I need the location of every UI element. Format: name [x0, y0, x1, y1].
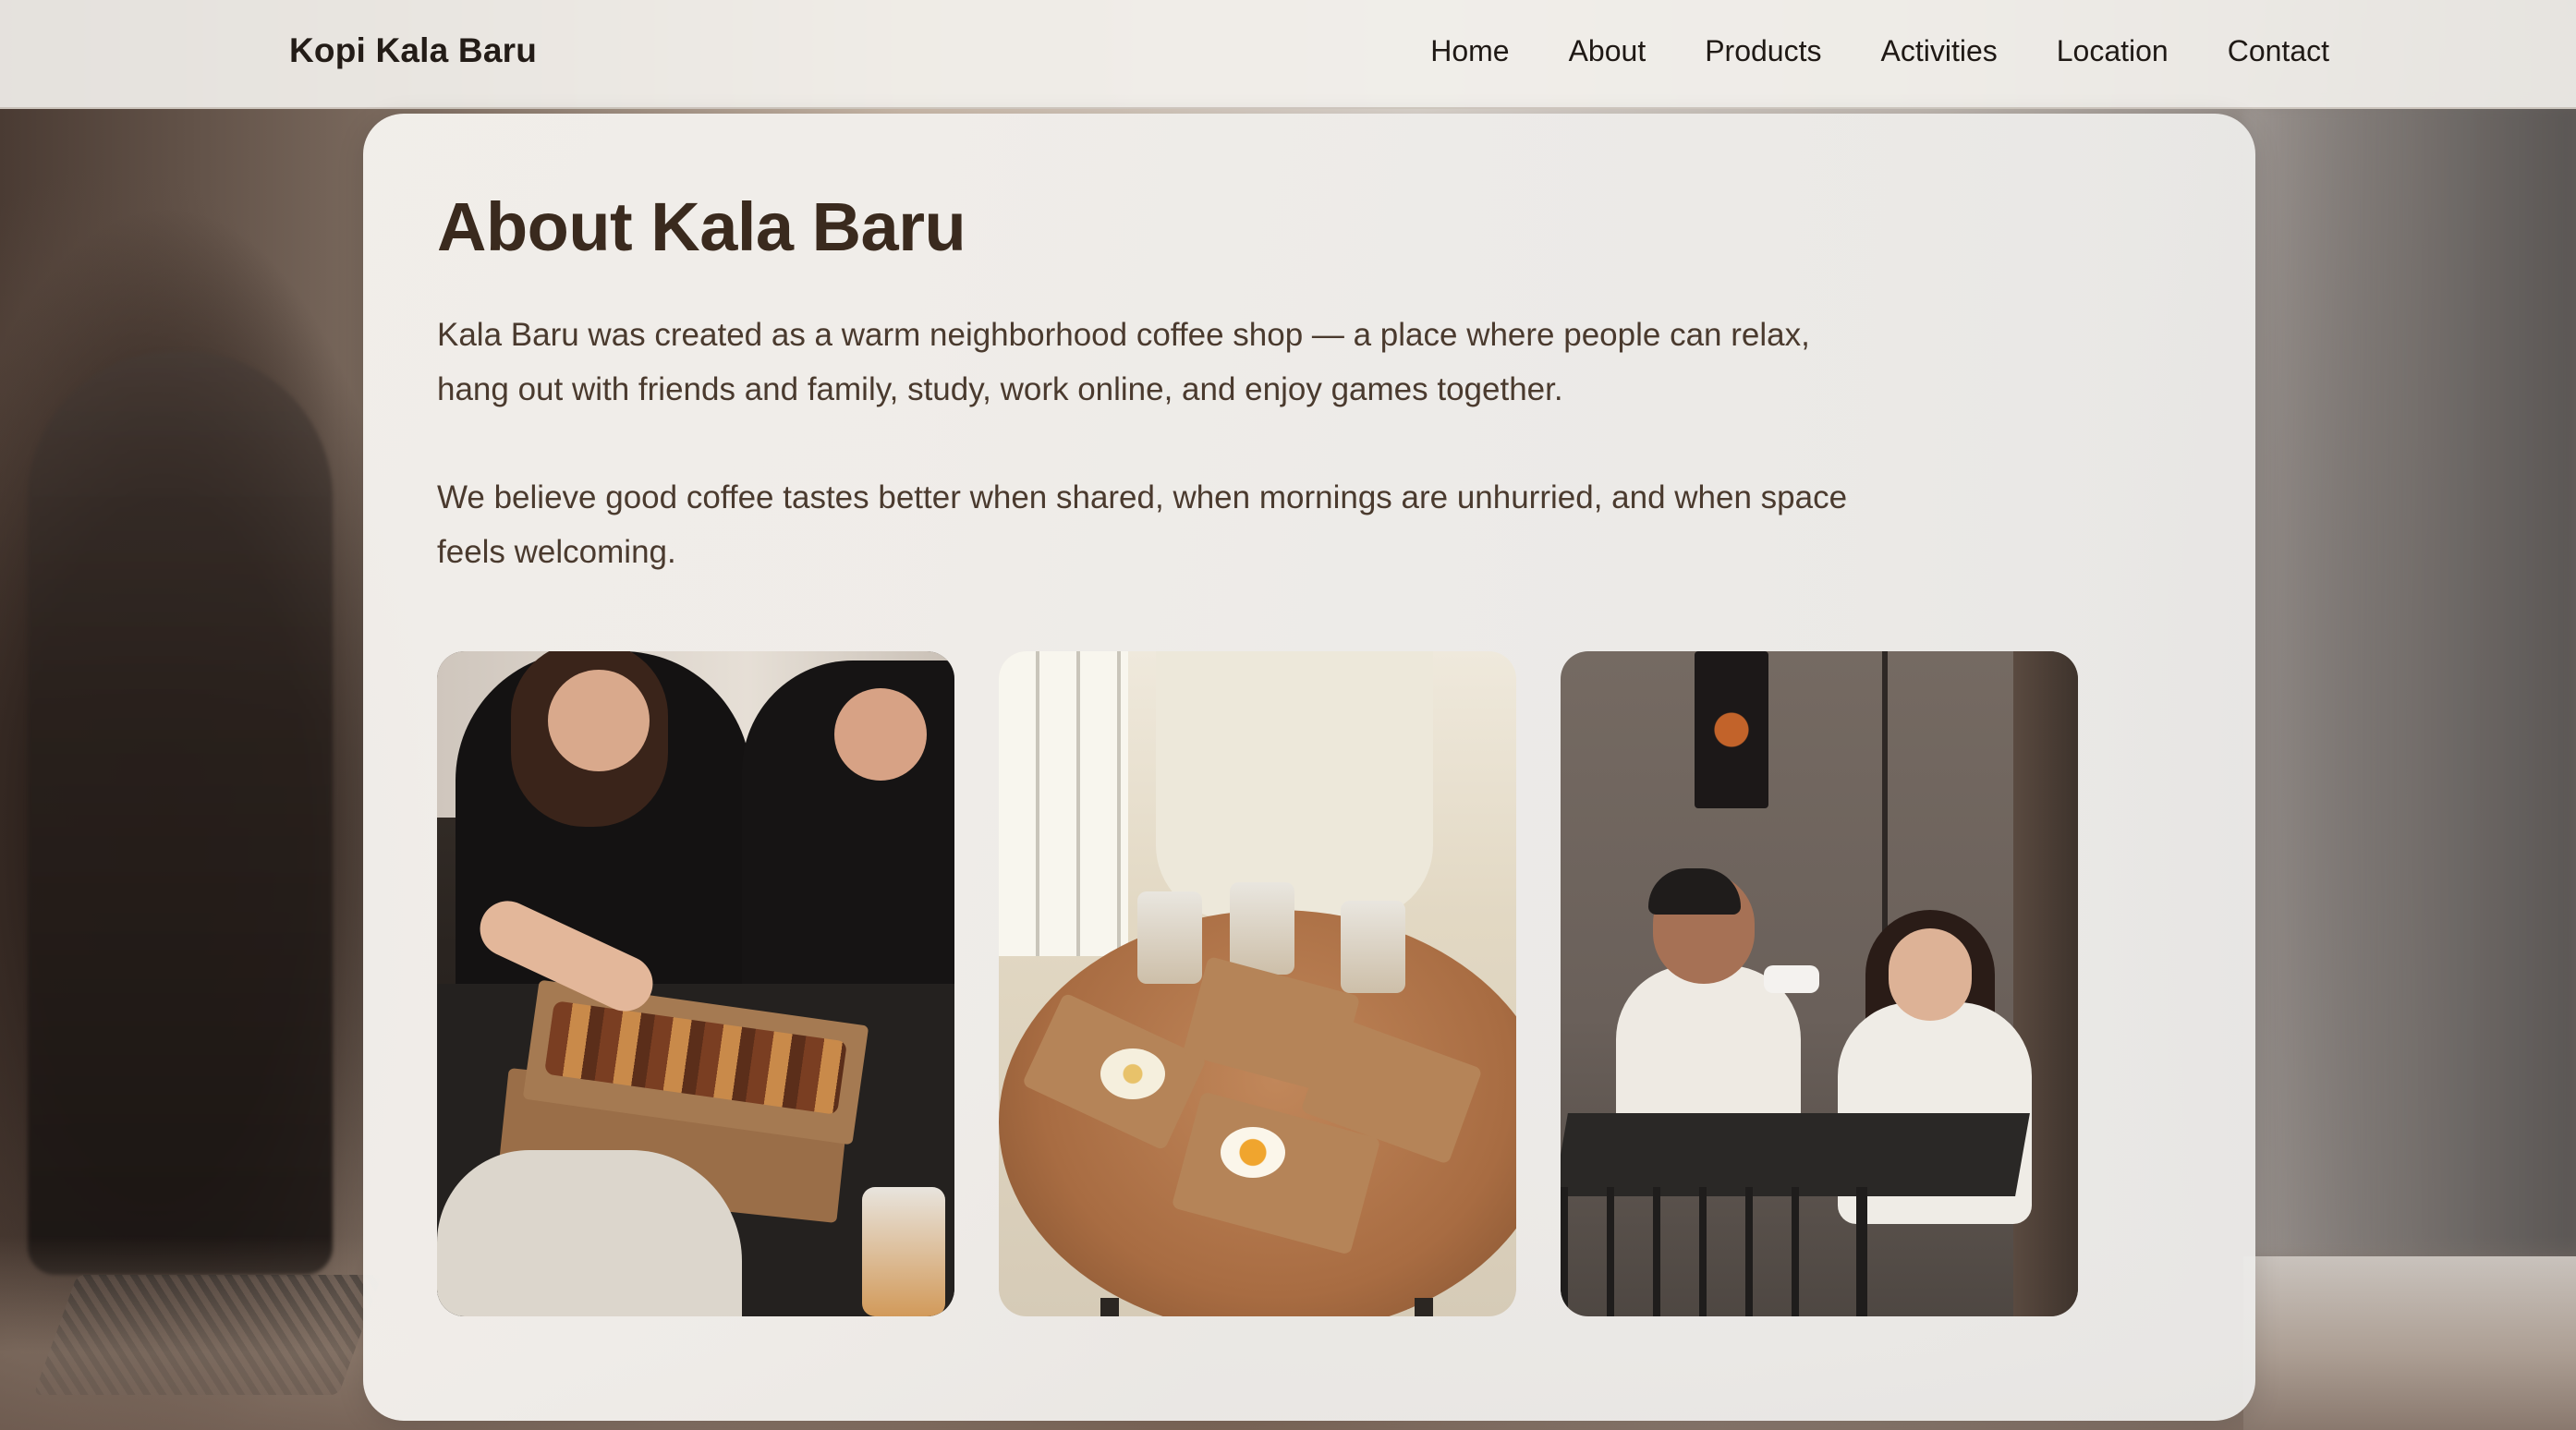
about-title: About Kala Baru	[437, 188, 966, 265]
photo-table-with-meals	[999, 651, 1516, 1316]
photo-couple-toasting	[1561, 651, 2078, 1316]
about-paragraph-2: We believe good coffee tastes better whe…	[437, 479, 1848, 570]
background-coffee-grinder	[28, 351, 333, 1275]
nav-link-products[interactable]: Products	[1705, 34, 1821, 68]
about-paragraph-1: Kala Baru was created as a warm neighbor…	[437, 317, 1810, 407]
nav-link-activities[interactable]: Activities	[1880, 34, 1997, 68]
nav-link-about[interactable]: About	[1569, 34, 1646, 68]
nav-link-home[interactable]: Home	[1430, 34, 1509, 68]
background-right-blur	[2243, 106, 2576, 1256]
brand-logo-text[interactable]: Kopi Kala Baru	[289, 31, 537, 70]
photo-gallery	[437, 651, 2078, 1316]
about-card: About Kala Baru Kala Baru was created as…	[363, 114, 2255, 1421]
photo-friends-sharing-food	[437, 651, 954, 1316]
main-nav: Home About Products Activities Location …	[1430, 34, 2329, 68]
site-header: Kopi Kala Baru Home About Products Activ…	[0, 0, 2576, 109]
nav-link-contact[interactable]: Contact	[2228, 34, 2329, 68]
nav-link-location[interactable]: Location	[2057, 34, 2169, 68]
